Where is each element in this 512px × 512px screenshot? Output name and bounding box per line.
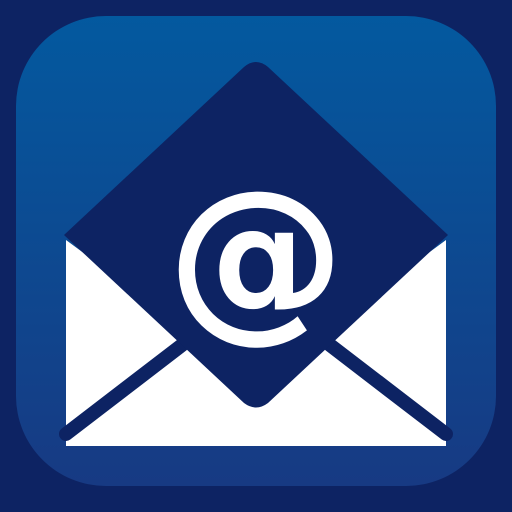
email-app-icon[interactable]: @ — [0, 0, 512, 512]
at-sign-icon: @ — [167, 152, 345, 359]
email-icon: @ — [0, 0, 512, 512]
